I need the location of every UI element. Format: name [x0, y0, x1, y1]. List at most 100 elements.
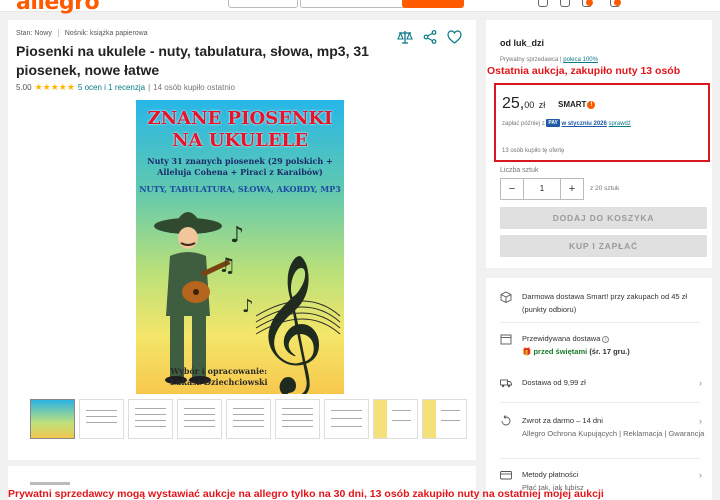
allegro-logo[interactable]: allegro — [16, 0, 100, 15]
pay-later-row: zapłać później z PAY w styczniu 2026 spr… — [502, 119, 631, 127]
cover-subtitle: Nuty 31 znanych piosenek (29 polskich + … — [147, 156, 333, 177]
cover-tags: NUTY, TABULATURA, SŁOWA, AKORDY, MP3 — [139, 184, 341, 194]
pay-later-month[interactable]: w styczniu 2026 — [562, 121, 607, 127]
search-input[interactable] — [228, 0, 298, 8]
return-icon — [501, 415, 511, 426]
thumbnail-7[interactable] — [324, 399, 369, 439]
share-icon[interactable] — [423, 30, 437, 44]
delivery-card: Darmowa dostawa Smart! przy zakupach od … — [486, 278, 712, 500]
price-main: 25, — [502, 95, 525, 112]
top-header: allegro — [0, 0, 720, 15]
card-icon — [500, 471, 512, 480]
expected-delivery-date: (śr. 17 gru.) — [589, 347, 630, 356]
product-card: Stan: Nowy Nośnik: książka papierowa Pio… — [8, 20, 476, 460]
thumbnail-8[interactable] — [373, 399, 418, 439]
truck-icon — [500, 379, 512, 388]
seller-name[interactable]: od luk_dzi — [500, 38, 544, 48]
delivery-cost-text: Dostawa od 9,99 zł — [522, 378, 586, 387]
thumbnail-2[interactable] — [79, 399, 124, 439]
account-icon[interactable] — [538, 0, 548, 7]
product-title: Piosenki na ukulele - nuty, tabulatura, … — [16, 43, 369, 78]
returns-text: Zwrot za darmo – 14 dni Allegro Ochrona … — [522, 414, 706, 440]
search-button[interactable] — [402, 0, 464, 8]
rating-row: 5.00 ★★★★★ 5 ocen i 1 recenzja | 14 osób… — [16, 82, 235, 93]
quantity-available: z 20 sztuk — [590, 185, 620, 192]
calendar-icon — [500, 334, 512, 345]
ukulele-player-illustration: ♪ ♫ ♪ 𝄞 — [154, 212, 341, 394]
pay-badge: PAY — [546, 119, 560, 127]
free-delivery-text: Darmowa dostawa Smart! przy zakupach od … — [522, 292, 688, 314]
notification-badge — [586, 0, 593, 6]
svg-text:♫: ♫ — [218, 253, 236, 277]
thumbnail-6[interactable] — [275, 399, 320, 439]
quantity-decrement-button[interactable]: − — [501, 179, 523, 199]
buyer-protection: Allegro Ochrona Kupujących | Reklamacja … — [522, 429, 705, 438]
smart-badge: SMART! — [558, 100, 596, 109]
product-meta: Stan: Nowy Nośnik: książka papierowa — [16, 29, 148, 37]
divider — [500, 402, 700, 403]
smart-label: SMART — [558, 100, 587, 109]
returns-label: Zwrot za darmo – 14 dni — [522, 416, 603, 425]
product-actions — [397, 30, 462, 44]
info-icon[interactable]: i — [602, 336, 610, 343]
add-to-cart-button[interactable]: DODAJ DO KOSZYKA — [500, 207, 707, 229]
quantity-increment-button[interactable]: + — [561, 179, 583, 199]
seller-info: Prywatny sprzedawca | poleca 100% — [500, 57, 598, 63]
condition-label: Stan: — [16, 29, 33, 37]
annotation-last-auction: Ostatnia aukcja, zakupiło nuty 13 osób — [487, 65, 681, 77]
smart-icon: ! — [587, 101, 596, 109]
rating-stars: ★★★★★ — [34, 82, 75, 92]
thumbnail-3[interactable] — [128, 399, 173, 439]
cover-credit: Wybór i opracowanie: Łukasz Dziechciowsk… — [170, 366, 268, 388]
compare-icon[interactable] — [397, 30, 413, 44]
chevron-right-icon: › — [699, 416, 702, 426]
divider: | — [148, 83, 151, 92]
cart-badge — [614, 0, 621, 6]
expected-delivery-label: Przewidywana dostawa — [522, 334, 601, 343]
delivery-cost-row[interactable]: Dostawa od 9,99 zł › — [500, 376, 706, 389]
offer-buyers: 13 osób kupiło tę ofertę — [502, 148, 565, 154]
seller-rating-link[interactable]: poleca 100% — [563, 57, 598, 63]
divider — [500, 458, 700, 459]
gift-icon: 🎁 — [522, 347, 532, 356]
recent-buyers: 14 osób kupiło ostatnio — [153, 83, 235, 92]
price-cents: 00 — [524, 100, 535, 110]
free-delivery-row[interactable]: Darmowa dostawa Smart! przy zakupach od … — [500, 290, 706, 316]
expected-delivery-value: przed świętami — [533, 347, 588, 356]
quantity-input[interactable]: 1 — [523, 179, 561, 199]
thumbnail-1[interactable] — [30, 399, 75, 439]
chevron-right-icon: › — [699, 470, 702, 480]
carrier-value: książka papierowa — [90, 29, 148, 37]
svg-text:♪: ♪ — [230, 223, 244, 248]
thumbnail-4[interactable] — [177, 399, 222, 439]
section-heading-stub — [30, 482, 70, 485]
thumbnail-5[interactable] — [226, 399, 271, 439]
buy-now-button[interactable]: KUP I ZAPŁAĆ — [500, 235, 707, 257]
expected-delivery-text: Przewidywana dostawa i 🎁 przed świętami … — [522, 332, 706, 358]
quantity-stepper: − 1 + — [500, 178, 584, 200]
thumbnail-9[interactable] — [422, 399, 467, 439]
divider — [57, 29, 59, 37]
carrier-label: Nośnik: — [64, 29, 89, 37]
price-box: 25,00 zł SMART! zapłać później z PAY w s… — [494, 83, 710, 162]
credit-name: Łukasz Dziechciowski — [170, 377, 268, 387]
price-currency: zł — [538, 100, 546, 110]
quantity-label: Liczba sztuk — [500, 167, 539, 174]
condition-value: Nowy — [34, 29, 52, 37]
favorite-heart-icon[interactable] — [447, 30, 462, 44]
annotation-bottom-banner: Prywatni sprzedawcy mogą wystawiać aukcj… — [8, 488, 604, 500]
returns-row[interactable]: Zwrot za darmo – 14 dni Allegro Ochrona … — [500, 414, 706, 440]
divider — [500, 322, 700, 323]
package-icon — [500, 291, 512, 303]
reviews-link[interactable]: 5 ocen i 1 recenzja — [78, 83, 145, 92]
svg-text:♪: ♪ — [242, 296, 254, 317]
cover-title: ZNANE PIOSENKI NA UKULELE — [147, 108, 333, 151]
pay-later-prefix: zapłać później z — [502, 121, 545, 127]
pay-later-check-link[interactable]: sprawdź — [609, 121, 631, 127]
thumbnail-strip — [30, 399, 467, 439]
messages-icon[interactable] — [560, 0, 570, 7]
product-cover-image[interactable]: ZNANE PIOSENKI NA UKULELE Nuty 31 znanyc… — [136, 100, 344, 394]
payment-methods-label: Metody płatności — [522, 470, 579, 479]
rating-value: 5.00 — [16, 83, 32, 92]
expected-delivery-row[interactable]: Przewidywana dostawa i 🎁 przed świętami … — [500, 332, 706, 358]
